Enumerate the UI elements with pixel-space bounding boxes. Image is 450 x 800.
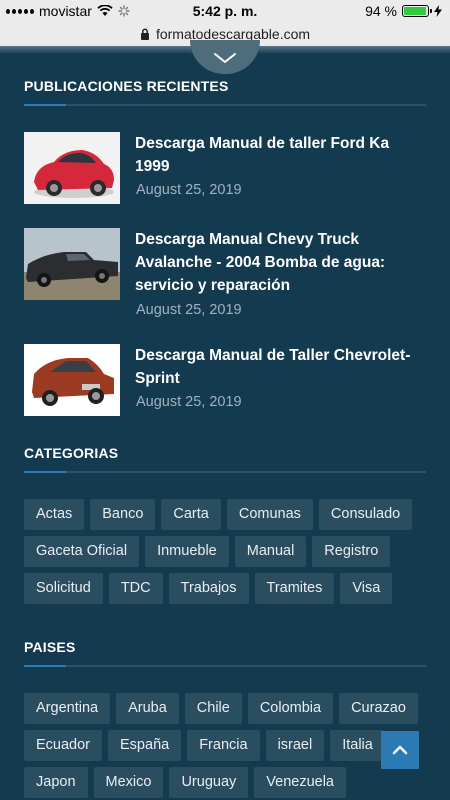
post-date: August 25, 2019: [136, 182, 242, 198]
battery-percent: 94 %: [365, 3, 397, 19]
tag-italia[interactable]: Italia: [330, 730, 385, 761]
battery-fill: [404, 7, 426, 15]
truck-image: [24, 228, 120, 300]
tag-curazao[interactable]: Curazao: [339, 693, 418, 724]
post-thumbnail-chevy-avalanche[interactable]: [24, 228, 120, 300]
tag-gaceta-oficial[interactable]: Gaceta Oficial: [24, 536, 140, 567]
tag-venezuela[interactable]: Venezuela: [254, 767, 346, 798]
chevron-up-icon: [392, 745, 408, 755]
tag-japon[interactable]: Japon: [24, 767, 88, 798]
category-tag-cloud: Actas Banco Carta Comunas Consulado Gace…: [24, 499, 426, 604]
country-tag-cloud: Argentina Aruba Chile Colombia Curazao E…: [24, 693, 426, 798]
section-divider: [24, 471, 426, 473]
tag-trabajos[interactable]: Trabajos: [168, 573, 249, 604]
countries-heading: PAISES: [24, 639, 76, 655]
tag-uruguay[interactable]: Uruguay: [169, 767, 249, 798]
tag-francia[interactable]: Francia: [187, 730, 260, 761]
lock-icon: [140, 28, 149, 40]
tag-comunas[interactable]: Comunas: [226, 499, 313, 530]
tag-tdc[interactable]: TDC: [108, 573, 163, 604]
post-title[interactable]: Descarga Manual Chevy Truck Avalanche - …: [135, 228, 426, 297]
tag-espana[interactable]: España: [108, 730, 182, 761]
tag-inmueble[interactable]: Inmueble: [145, 536, 229, 567]
expand-toolbar-button[interactable]: [190, 40, 260, 74]
post-title[interactable]: Descarga Manual de Taller Chevrolet-Spri…: [135, 344, 426, 390]
car-image: [24, 132, 120, 204]
tag-actas[interactable]: Actas: [24, 499, 85, 530]
post-title[interactable]: Descarga Manual de taller Ford Ka 1999: [135, 132, 426, 178]
tag-israel[interactable]: israel: [265, 730, 325, 761]
section-divider: [24, 665, 426, 667]
post-date: August 25, 2019: [136, 394, 242, 410]
tag-mexico[interactable]: Mexico: [93, 767, 164, 798]
tag-colombia[interactable]: Colombia: [247, 693, 334, 724]
battery-icon: [402, 5, 432, 17]
tag-carta[interactable]: Carta: [161, 499, 221, 530]
tag-tramites[interactable]: Tramites: [254, 573, 335, 604]
tag-solicitud[interactable]: Solicitud: [24, 573, 103, 604]
section-divider: [24, 104, 426, 106]
post-date: August 25, 2019: [136, 302, 242, 318]
tag-consulado[interactable]: Consulado: [318, 499, 413, 530]
tag-chile[interactable]: Chile: [184, 693, 242, 724]
tag-registro[interactable]: Registro: [312, 536, 391, 567]
charging-bolt-icon: [434, 5, 442, 17]
post-thumbnail-chevrolet-sprint[interactable]: [24, 344, 120, 416]
post-thumbnail-ford-ka[interactable]: [24, 132, 120, 204]
tag-manual[interactable]: Manual: [234, 536, 307, 567]
tag-ecuador[interactable]: Ecuador: [24, 730, 103, 761]
car-image: [24, 344, 120, 416]
tag-aruba[interactable]: Aruba: [116, 693, 179, 724]
tag-banco[interactable]: Banco: [90, 499, 156, 530]
categories-heading: CATEGORIAS: [24, 445, 119, 461]
scroll-to-top-button[interactable]: [381, 731, 419, 769]
status-bar: movistar 5:42 p. m. 94 %: [0, 0, 450, 22]
tag-argentina[interactable]: Argentina: [24, 693, 111, 724]
status-right: 94 %: [365, 3, 442, 19]
recent-posts-heading: PUBLICACIONES RECIENTES: [24, 78, 229, 94]
chevron-down-icon: [214, 53, 236, 63]
tag-visa[interactable]: Visa: [340, 573, 393, 604]
